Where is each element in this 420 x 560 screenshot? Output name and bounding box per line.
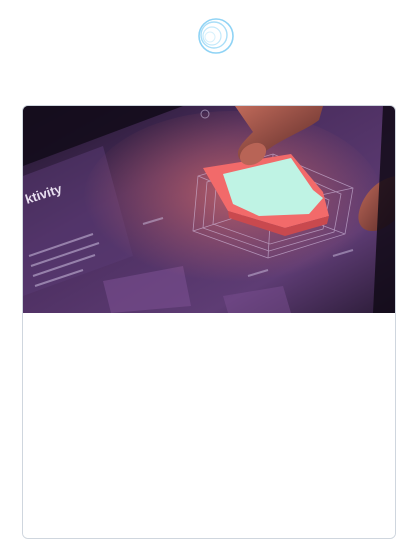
card-body: [23, 313, 395, 538]
card-hero-image: ktivity: [23, 106, 395, 313]
content-card[interactable]: ktivity: [22, 105, 396, 539]
concentric-circles-logo-icon: [195, 15, 237, 57]
tablet-radar-chart-illustration: ktivity: [23, 106, 395, 313]
page: ktivity: [0, 0, 420, 560]
